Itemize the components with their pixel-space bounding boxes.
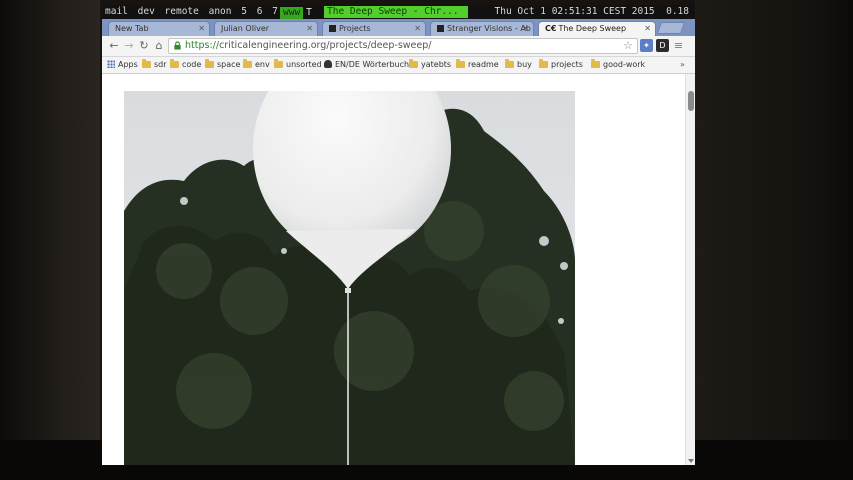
wm-workspace-dev[interactable]: dev [138, 6, 155, 17]
bookmark-label: buy [517, 60, 532, 69]
folder-icon [274, 59, 283, 68]
reload-icon[interactable]: ↻ [136, 38, 152, 54]
browser-tab-strip: New Tab ✕ Julian Oliver ✕ Projects ✕ Strang… [102, 19, 695, 37]
critical-engineering-favicon-icon: C€ [545, 24, 557, 33]
tab-new-tab[interactable]: New Tab ✕ [108, 21, 210, 36]
bookmark-folder-projects[interactable]: projects [539, 57, 583, 73]
wm-workspace-5[interactable]: 5 [241, 6, 247, 17]
bookmark-label: sdr [154, 60, 167, 69]
favicon-icon [329, 25, 336, 32]
back-arrow-icon[interactable]: ← [106, 38, 122, 54]
close-icon[interactable]: ✕ [198, 22, 205, 36]
folder-icon [243, 59, 252, 68]
url-scheme: https:// [185, 40, 220, 51]
tab-projects[interactable]: Projects ✕ [322, 21, 426, 36]
folder-icon [505, 59, 514, 68]
bookmark-folder-space[interactable]: space [205, 57, 240, 73]
room-wall-right [695, 0, 853, 480]
vertical-scrollbar[interactable] [685, 74, 695, 465]
folder-icon [539, 59, 548, 68]
close-icon[interactable]: ✕ [414, 22, 421, 36]
close-icon[interactable]: ✕ [644, 22, 651, 36]
wm-tags: www T [280, 6, 315, 19]
wm-clock: Thu Oct 1 02:51:31 CEST 2015 0.18 [495, 5, 690, 19]
tab-the-deep-sweep[interactable]: C€ The Deep Sweep ✕ [538, 21, 656, 37]
apps-icon [107, 60, 115, 68]
bookmark-folder-code[interactable]: code [170, 57, 201, 73]
bookmark-folder-buy[interactable]: buy [505, 57, 532, 73]
bookmark-label: EN/DE Wörterbuch [335, 60, 410, 69]
url-path: criticalengineering.org/projects/deep-sw… [219, 40, 432, 51]
chevron-right-icon[interactable]: » [680, 57, 685, 73]
page-content [102, 74, 685, 465]
tab-label: New Tab [115, 24, 149, 33]
wm-workspace-mail[interactable]: mail [105, 6, 128, 17]
bookmark-label: space [217, 60, 241, 69]
bookmark-apps[interactable]: Apps [107, 57, 138, 73]
tab-label: Projects [339, 24, 371, 33]
d-extension-icon[interactable]: D [656, 39, 669, 52]
address-bar[interactable]: https://criticalengineering.org/projects… [168, 38, 638, 54]
wm-workspace-7[interactable]: 7 [272, 6, 278, 17]
bookmarks-bar: Apps sdr code space env unsorted EN/DE W… [102, 57, 695, 74]
scroll-down-arrow-icon[interactable] [688, 459, 694, 463]
bookmark-folder-unsorted[interactable]: unsorted [274, 57, 322, 73]
projected-screen: mail dev remote anon 5 6 7 www T The Deep… [102, 5, 695, 465]
folder-icon [456, 59, 465, 68]
scrollbar-thumb[interactable] [688, 91, 694, 111]
folder-icon [205, 59, 214, 68]
folder-icon [409, 59, 418, 68]
browser-toolbar: ← → ↻ ⌂ https://criticalengineering.org/… [102, 36, 695, 57]
menu-icon[interactable]: ≡ [672, 39, 685, 52]
tab-stranger-visions[interactable]: Stranger Visions - Ab ✕ [430, 21, 534, 36]
leo-icon [324, 60, 332, 68]
wm-tag-other[interactable]: T [303, 7, 315, 19]
bookmark-label: code [182, 60, 202, 69]
bookmark-folder-sdr[interactable]: sdr [142, 57, 167, 73]
wm-window-title: The Deep Sweep - Chr... [324, 6, 468, 18]
lock-icon [174, 41, 181, 50]
wm-workspace-anon[interactable]: anon [209, 6, 232, 17]
favicon-icon [437, 25, 444, 32]
window-manager-bar: mail dev remote anon 5 6 7 www T The Deep… [102, 5, 695, 19]
tab-label: Julian Oliver [221, 24, 270, 33]
bookmark-folder-good-work[interactable]: good-work [591, 57, 645, 73]
tab-julian-oliver[interactable]: Julian Oliver ✕ [214, 21, 318, 36]
address-url: https://criticalengineering.org/projects… [185, 39, 431, 53]
puzzle-extension-icon[interactable]: ✦ [640, 39, 653, 52]
folder-icon [170, 59, 179, 68]
bookmark-label: yatebts [421, 60, 452, 69]
wm-clock-time: Thu Oct 1 02:51:31 CEST 2015 [494, 6, 655, 17]
new-tab-button[interactable] [656, 22, 686, 34]
tab-label: The Deep Sweep [558, 24, 627, 33]
bookmark-label: readme [468, 60, 499, 69]
bookmark-label: Apps [118, 60, 138, 69]
close-icon[interactable]: ✕ [522, 22, 529, 36]
wm-load-average: 0.18 [666, 6, 689, 17]
bookmark-star-icon[interactable]: ☆ [623, 39, 633, 53]
bookmark-label: env [255, 60, 270, 69]
wm-workspace-remote[interactable]: remote [165, 6, 199, 17]
folder-icon [591, 59, 600, 68]
bookmark-label: good-work [603, 60, 646, 69]
balloon-over-trees-image [124, 91, 575, 465]
home-icon[interactable]: ⌂ [151, 38, 167, 54]
bookmark-label: unsorted [286, 60, 322, 69]
tab-label: Stranger Visions - Ab [447, 24, 531, 33]
bookmark-label: projects [551, 60, 583, 69]
wm-workspace-6[interactable]: 6 [257, 6, 263, 17]
forward-arrow-icon[interactable]: → [121, 38, 137, 54]
bookmark-folder-yatebts[interactable]: yatebts [409, 57, 451, 73]
weather-balloon-photo [124, 91, 575, 465]
wm-workspace-list: mail dev remote anon 5 6 7 [105, 5, 282, 19]
room-wall-left [0, 0, 100, 480]
bookmark-folder-readme[interactable]: readme [456, 57, 499, 73]
folder-icon [142, 59, 151, 68]
bookmark-folder-env[interactable]: env [243, 57, 270, 73]
bookmark-en-de-woerterbuch[interactable]: EN/DE Wörterbuch [324, 57, 409, 73]
wm-tag-active[interactable]: www [280, 7, 304, 19]
close-icon[interactable]: ✕ [306, 22, 313, 36]
